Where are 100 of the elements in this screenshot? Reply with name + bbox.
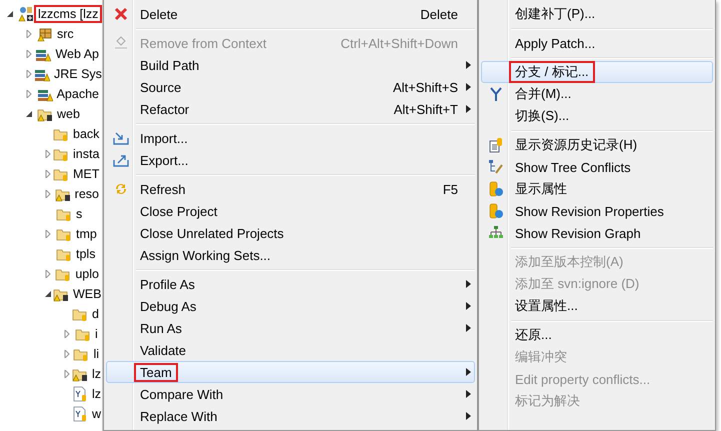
menu-item-label: Show Revision Properties: [514, 204, 665, 218]
menu-item[interactable]: Compare With: [106, 383, 475, 405]
menu-item-label: Import...: [139, 130, 189, 146]
expand-arrow-icon[interactable]: [44, 170, 52, 178]
menu-item-label: Edit property conflicts...: [514, 372, 652, 386]
menu-item[interactable]: Show Revision Graph: [481, 222, 713, 244]
tree-icon: [488, 159, 504, 175]
menu-item[interactable]: Run As: [106, 317, 475, 339]
menu-item-label: 合并(M)...: [514, 85, 572, 103]
menu-item-label: 显示属性: [514, 180, 568, 198]
menu-item[interactable]: Replace With: [106, 405, 475, 427]
expand-arrow-icon[interactable]: [24, 90, 32, 98]
tree-item[interactable]: w: [89, 407, 102, 421]
tree-item[interactable]: Apache: [54, 87, 102, 101]
menu-item-label: Team: [135, 364, 177, 380]
shortcut-text: F5: [442, 182, 458, 196]
properties-icon: [488, 203, 504, 219]
menu-item[interactable]: Export...: [106, 149, 475, 171]
menu-item[interactable]: Show Revision Properties: [481, 200, 713, 222]
menu-item[interactable]: Close Unrelated Projects: [106, 222, 475, 244]
menu-item[interactable]: Validate: [106, 339, 475, 361]
file-icon: [72, 406, 88, 422]
menu-item[interactable]: Build Path: [106, 54, 475, 76]
menu-item-label: Validate: [139, 342, 188, 358]
collapse-arrow-icon[interactable]: [6, 10, 14, 18]
menu-item-label: Assign Working Sets...: [139, 248, 272, 262]
menu-item[interactable]: Show Tree Conflicts: [481, 156, 713, 178]
tree-item[interactable]: reso: [72, 187, 102, 201]
context-icon: [113, 35, 129, 51]
menu-item[interactable]: 分支 / 标记...: [481, 61, 713, 83]
menu-item[interactable]: Refactor Alt+Shift+T: [106, 98, 475, 120]
tree-item[interactable]: lzzcms [lzz: [35, 7, 102, 21]
menu-item-label: Profile As: [139, 276, 196, 292]
expand-arrow-icon[interactable]: [62, 350, 70, 358]
menu-item-label: Show Tree Conflicts: [514, 160, 632, 174]
menu-item-label: Show Revision Graph: [514, 226, 642, 240]
tree-item[interactable]: lz: [89, 387, 102, 401]
tree-item[interactable]: uplo: [72, 267, 102, 281]
menu-item-label: Source: [139, 80, 182, 94]
menu-item-label: Close Project: [139, 204, 218, 218]
tree-item[interactable]: li: [90, 347, 102, 361]
menu-item[interactable]: 设置属性...: [481, 295, 713, 317]
menu-item[interactable]: 创建补丁(P)...: [481, 3, 713, 25]
tree-item[interactable]: MET: [70, 167, 102, 181]
menu-item[interactable]: Delete Delete: [106, 3, 475, 25]
tree-item[interactable]: WEB: [70, 287, 102, 301]
menu-item-label: Refresh: [139, 182, 187, 196]
graph-icon: [488, 225, 504, 241]
menu-item[interactable]: 还原...: [481, 324, 713, 346]
tree-item[interactable]: i: [92, 327, 101, 341]
menu-item[interactable]: Refresh F5: [106, 178, 475, 200]
tree-item[interactable]: s: [73, 207, 86, 221]
menu-item-label: 分支 / 标记...: [510, 63, 594, 81]
expand-arrow-icon[interactable]: [44, 270, 52, 278]
import-icon: [113, 130, 129, 146]
tree-item[interactable]: lz: [89, 367, 102, 381]
menu-item[interactable]: Close Project: [106, 200, 475, 222]
expand-arrow-icon[interactable]: [24, 70, 32, 78]
shortcut-text: Ctrl+Alt+Shift+Down: [340, 36, 458, 50]
tree-item[interactable]: d: [89, 307, 102, 321]
expand-arrow-icon[interactable]: [62, 370, 70, 378]
menu-item-label: 还原...: [514, 326, 553, 344]
expand-arrow-icon[interactable]: [24, 50, 32, 58]
history-icon: [488, 137, 504, 153]
tree-item[interactable]: Web Ap: [52, 47, 102, 61]
menu-item[interactable]: Debug As: [106, 295, 475, 317]
expand-arrow-icon[interactable]: [44, 150, 52, 158]
tree-item[interactable]: tpls: [73, 247, 98, 261]
menu-item-label: 编辑冲突: [514, 348, 568, 366]
menu-item[interactable]: Profile As: [106, 273, 475, 295]
menu-item-label: Replace With: [139, 408, 218, 424]
menu-item-label: 创建补丁(P)...: [514, 5, 596, 23]
menu-item[interactable]: Apply Patch...: [481, 32, 713, 54]
menu-item[interactable]: Assign Working Sets...: [106, 244, 475, 266]
menu-item-label: 添加至版本控制(A): [514, 253, 624, 271]
expand-arrow-icon[interactable]: [44, 190, 52, 198]
menu-item-label: Export...: [139, 152, 190, 168]
menu-item[interactable]: Import...: [106, 127, 475, 149]
expand-arrow-icon[interactable]: [44, 230, 52, 238]
tree-item[interactable]: back: [70, 127, 102, 141]
menu-item[interactable]: 显示属性: [481, 178, 713, 200]
tree-item[interactable]: tmp: [73, 227, 100, 241]
menu-item-label: 添加至 svn:ignore (D): [514, 275, 640, 293]
package-icon: [37, 26, 53, 42]
tree-item[interactable]: web: [54, 107, 83, 121]
collapse-arrow-icon[interactable]: [44, 290, 52, 298]
tree-item[interactable]: src: [54, 27, 77, 41]
menu-item-label: Debug As: [139, 298, 198, 314]
tree-item[interactable]: JRE Sys: [51, 67, 102, 81]
menu-item[interactable]: 切换(S)...: [481, 105, 713, 127]
menu-item[interactable]: Source Alt+Shift+S: [106, 76, 475, 98]
menu-item[interactable]: 显示资源历史记录(H): [481, 134, 713, 156]
tree-item[interactable]: insta: [70, 147, 102, 161]
menu-item[interactable]: 合并(M)...: [481, 83, 713, 105]
menu-item-label: 显示资源历史记录(H): [514, 136, 638, 154]
collapse-arrow-icon[interactable]: [24, 110, 32, 118]
menu-item[interactable]: Team: [106, 361, 475, 383]
expand-arrow-icon[interactable]: [24, 30, 32, 38]
expand-arrow-icon[interactable]: [62, 330, 70, 338]
shortcut-text: Delete: [420, 6, 458, 22]
